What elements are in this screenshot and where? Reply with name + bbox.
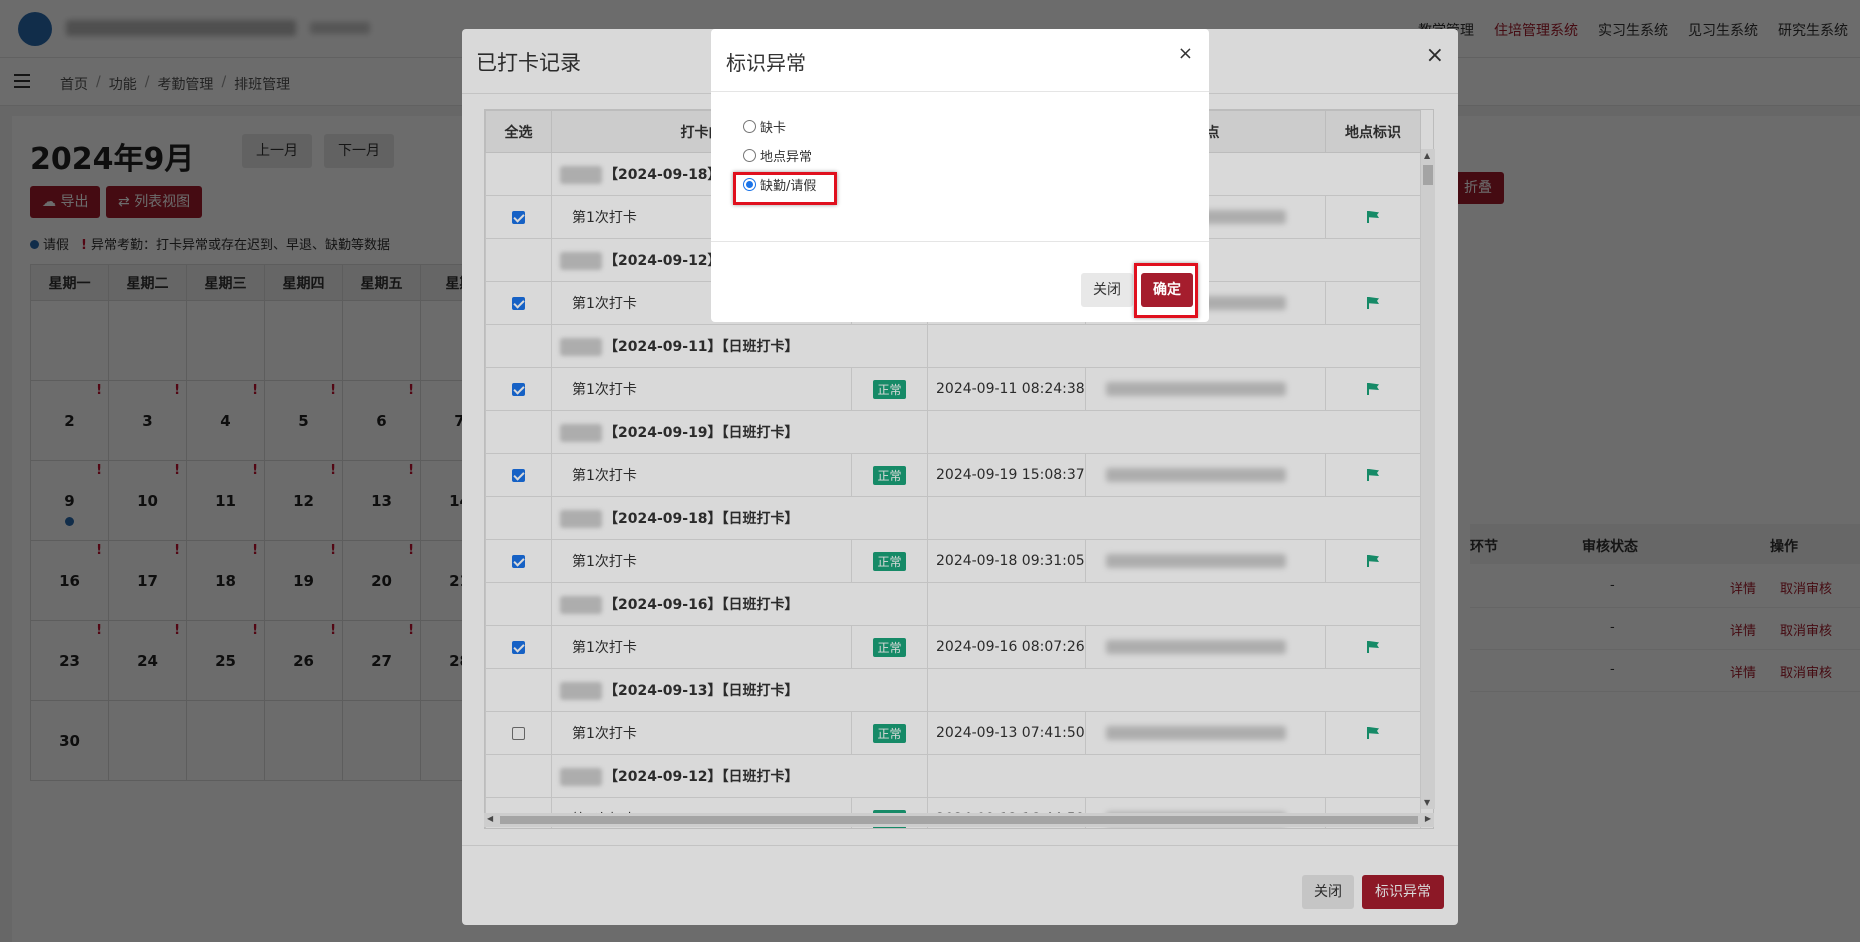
- divider: [711, 241, 1209, 242]
- radio-label: 缺卡: [760, 121, 787, 136]
- mark-abnormal-modal: 标识异常 × 缺卡 地点异常 缺勤/请假 关闭 确定: [711, 29, 1209, 322]
- radio-button[interactable]: [743, 120, 756, 133]
- close-icon[interactable]: ×: [1178, 43, 1193, 64]
- radio-label: 地点异常: [760, 150, 813, 165]
- highlight-box: [1134, 263, 1198, 318]
- radio-option-missing-punch[interactable]: 缺卡: [743, 117, 786, 136]
- close-button[interactable]: 关闭: [1081, 273, 1133, 307]
- radio-button[interactable]: [743, 149, 756, 162]
- mark-modal-title: 标识异常: [726, 51, 806, 75]
- radio-option-location-abnormal[interactable]: 地点异常: [743, 146, 812, 165]
- highlight-box: [733, 172, 837, 205]
- divider: [711, 91, 1209, 92]
